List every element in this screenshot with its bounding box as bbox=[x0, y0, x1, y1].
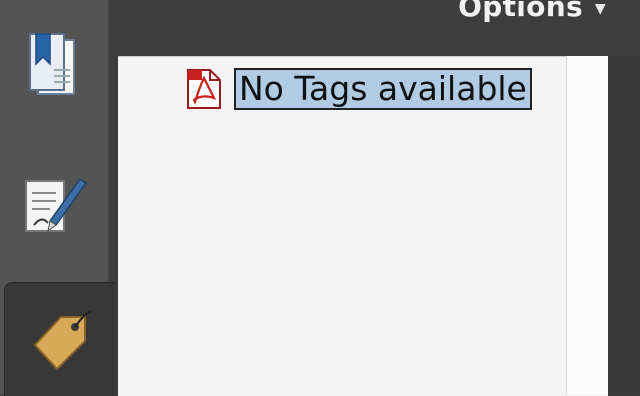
options-label: Options bbox=[458, 0, 583, 23]
chevron-down-icon: ▼ bbox=[594, 0, 606, 17]
pdf-file-icon bbox=[187, 69, 221, 109]
navigation-rail bbox=[0, 0, 115, 396]
tags-icon bbox=[33, 309, 92, 370]
bookmarks-button[interactable] bbox=[0, 0, 108, 135]
bookmarks-icon bbox=[29, 32, 75, 95]
options-menu-button[interactable]: Options ▼ bbox=[458, 0, 606, 23]
vertical-scrollbar[interactable] bbox=[566, 56, 609, 395]
window-edge bbox=[608, 56, 640, 395]
tag-item-label: No Tags available bbox=[234, 68, 532, 110]
tags-button[interactable] bbox=[4, 282, 115, 396]
panel-header: Options ▼ bbox=[110, 0, 640, 56]
signatures-icon bbox=[25, 177, 88, 233]
signatures-button[interactable] bbox=[0, 135, 108, 275]
tag-tree-root-item[interactable]: No Tags available bbox=[186, 68, 532, 110]
